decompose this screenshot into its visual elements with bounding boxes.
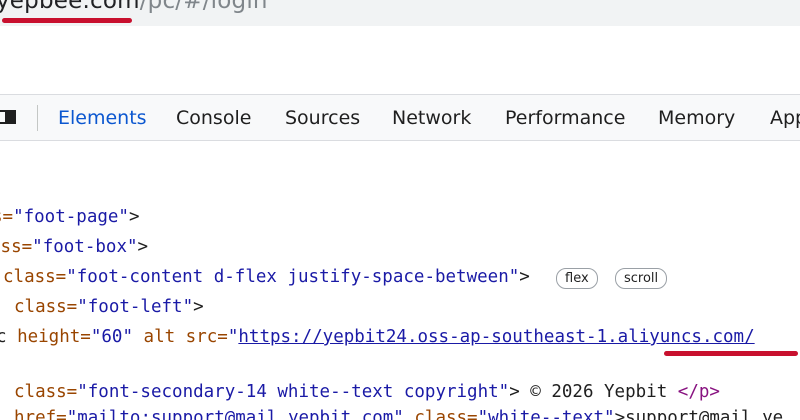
annotation-underline-domain (2, 18, 132, 23)
code-line-foot-page[interactable]: s="foot-page"> (0, 206, 140, 228)
code-line-foot-box[interactable]: ass="foot-box"> (0, 236, 148, 258)
tabs-divider (37, 105, 38, 131)
elements-tree[interactable]: s="foot-page"> ass="foot-box"> class="fo… (0, 141, 800, 420)
annotation-underline-link (664, 351, 798, 356)
image-src-link[interactable]: https://yepbit24.oss-ap-southeast-1.aliy… (238, 327, 754, 347)
dock-side-icon[interactable] (0, 110, 16, 124)
tab-performance[interactable]: Performance (505, 95, 625, 140)
code-line-foot-left[interactable]: class="foot-left"> (14, 296, 204, 318)
tab-elements[interactable]: Elements (58, 95, 147, 140)
code-line-mailto[interactable]: href="mailto:support@mail.yepbit.com" cl… (14, 407, 783, 420)
code-line-copyright[interactable]: class="font-secondary-14 white--text cop… (14, 381, 720, 403)
tab-console[interactable]: Console (176, 95, 251, 140)
code-line-img[interactable]: c height="60" alt src="https://yepbit24.… (0, 326, 755, 348)
code-line-foot-content[interactable]: class="foot-content d-flex justify-space… (3, 266, 530, 288)
scroll-badge[interactable]: scroll (615, 268, 668, 289)
flex-badge[interactable]: flex (556, 268, 598, 289)
url-path: /pc/#/login (139, 0, 268, 14)
tab-memory[interactable]: Memory (658, 95, 735, 140)
tab-sources[interactable]: Sources (285, 95, 360, 140)
tab-application[interactable]: App (770, 95, 800, 140)
tab-network[interactable]: Network (392, 95, 471, 140)
url-domain: yepbee.com (0, 0, 140, 14)
url-text[interactable]: yepbee.com/pc/#/login (0, 0, 268, 14)
devtools-tab-strip: Elements Console Sources Network Perform… (0, 94, 800, 141)
address-bar[interactable]: yepbee.com/pc/#/login (0, 0, 800, 26)
